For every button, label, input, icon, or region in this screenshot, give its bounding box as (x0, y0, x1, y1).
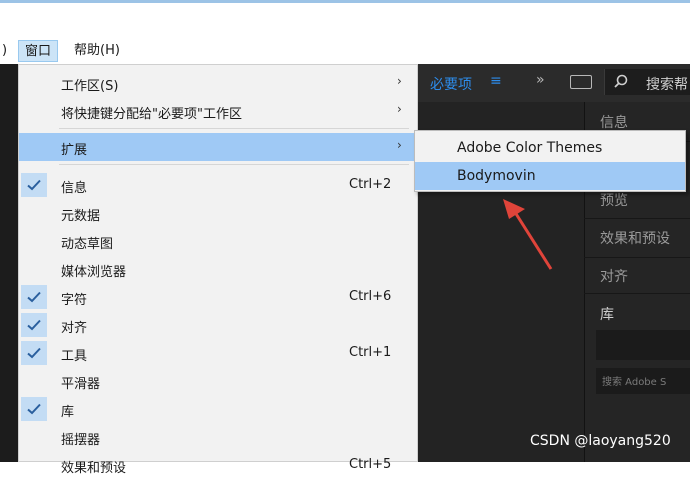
left-panel-strip (0, 64, 18, 462)
panel-divider (584, 218, 690, 219)
menu-item-align[interactable]: 对齐 (19, 311, 417, 339)
keyboard-icon[interactable] (570, 75, 592, 89)
menu-bar-help[interactable]: 帮助(H) (68, 40, 126, 62)
menu-item-wiggler[interactable]: 摇摆器 (19, 423, 417, 451)
menu-item-motion-sketch[interactable]: 动态草图 (19, 227, 417, 255)
panel-align[interactable]: 对齐 (600, 266, 628, 286)
panel-preview[interactable]: 预览 (600, 190, 628, 210)
checkmark-icon (21, 285, 47, 309)
search-icon (614, 74, 628, 88)
window-title-area (0, 3, 690, 38)
search-help-placeholder: 搜索帮 (646, 77, 688, 93)
submenu-arrow-icon: › (397, 102, 402, 116)
panel-info[interactable]: 信息 (600, 112, 628, 132)
checkmark-icon (21, 341, 47, 365)
panel-library[interactable]: 库 (600, 304, 614, 324)
menu-item-character[interactable]: 字符 Ctrl+6 (19, 283, 417, 311)
more-workspaces-icon[interactable]: » (536, 72, 545, 88)
menu-item-smoother[interactable]: 平滑器 (19, 367, 417, 395)
submenu-arrow-icon: › (397, 138, 402, 152)
submenu-item-bodymovin[interactable]: Bodymovin (415, 162, 685, 190)
workspace-menu-icon[interactable]: ≡ (490, 73, 502, 89)
menu-item-assign-shortcut[interactable]: 将快捷键分配给"必要项"工作区 › (19, 97, 417, 125)
menu-item-library[interactable]: 库 (19, 395, 417, 423)
menu-item-media-browser[interactable]: 媒体浏览器 (19, 255, 417, 283)
menu-item-tools[interactable]: 工具 Ctrl+1 (19, 339, 417, 367)
menu-divider (59, 128, 409, 129)
workspace-label[interactable]: 必要项 (430, 74, 472, 94)
checkmark-icon (21, 173, 47, 197)
panel-effects-presets[interactable]: 效果和预设 (600, 228, 670, 248)
menu-bar-window[interactable]: 窗口 (18, 40, 59, 62)
submenu-arrow-icon: › (397, 74, 402, 88)
menu-bar-partial-item[interactable]: ) (0, 40, 13, 62)
menu-item-info[interactable]: 信息 Ctrl+2 (19, 171, 417, 199)
panel-divider (584, 293, 690, 294)
annotation-arrow-icon (503, 199, 553, 270)
submenu-item-adobe-color-themes[interactable]: Adobe Color Themes (415, 134, 685, 162)
menu-divider (59, 164, 409, 165)
menu-bar: ) 窗口 帮助(H) (0, 38, 690, 64)
library-search-placeholder: 搜索 Adobe S (602, 377, 667, 388)
menu-item-metadata[interactable]: 元数据 (19, 199, 417, 227)
checkmark-icon (21, 397, 47, 421)
extensions-submenu: Adobe Color Themes Bodymovin (414, 130, 686, 192)
menu-item-extensions[interactable]: 扩展 › (19, 133, 417, 161)
watermark: CSDN @laoyang520 (530, 433, 671, 449)
checkmark-icon (21, 313, 47, 337)
library-selector[interactable] (596, 330, 690, 360)
panel-divider (584, 257, 690, 258)
menu-item-effects-presets[interactable]: 效果和预设 Ctrl+5 (19, 451, 417, 479)
window-dropdown-menu: 工作区(S) › 将快捷键分配给"必要项"工作区 › 扩展 › 信息 Ctrl+… (18, 64, 418, 476)
menu-item-workspace[interactable]: 工作区(S) › (19, 69, 417, 97)
